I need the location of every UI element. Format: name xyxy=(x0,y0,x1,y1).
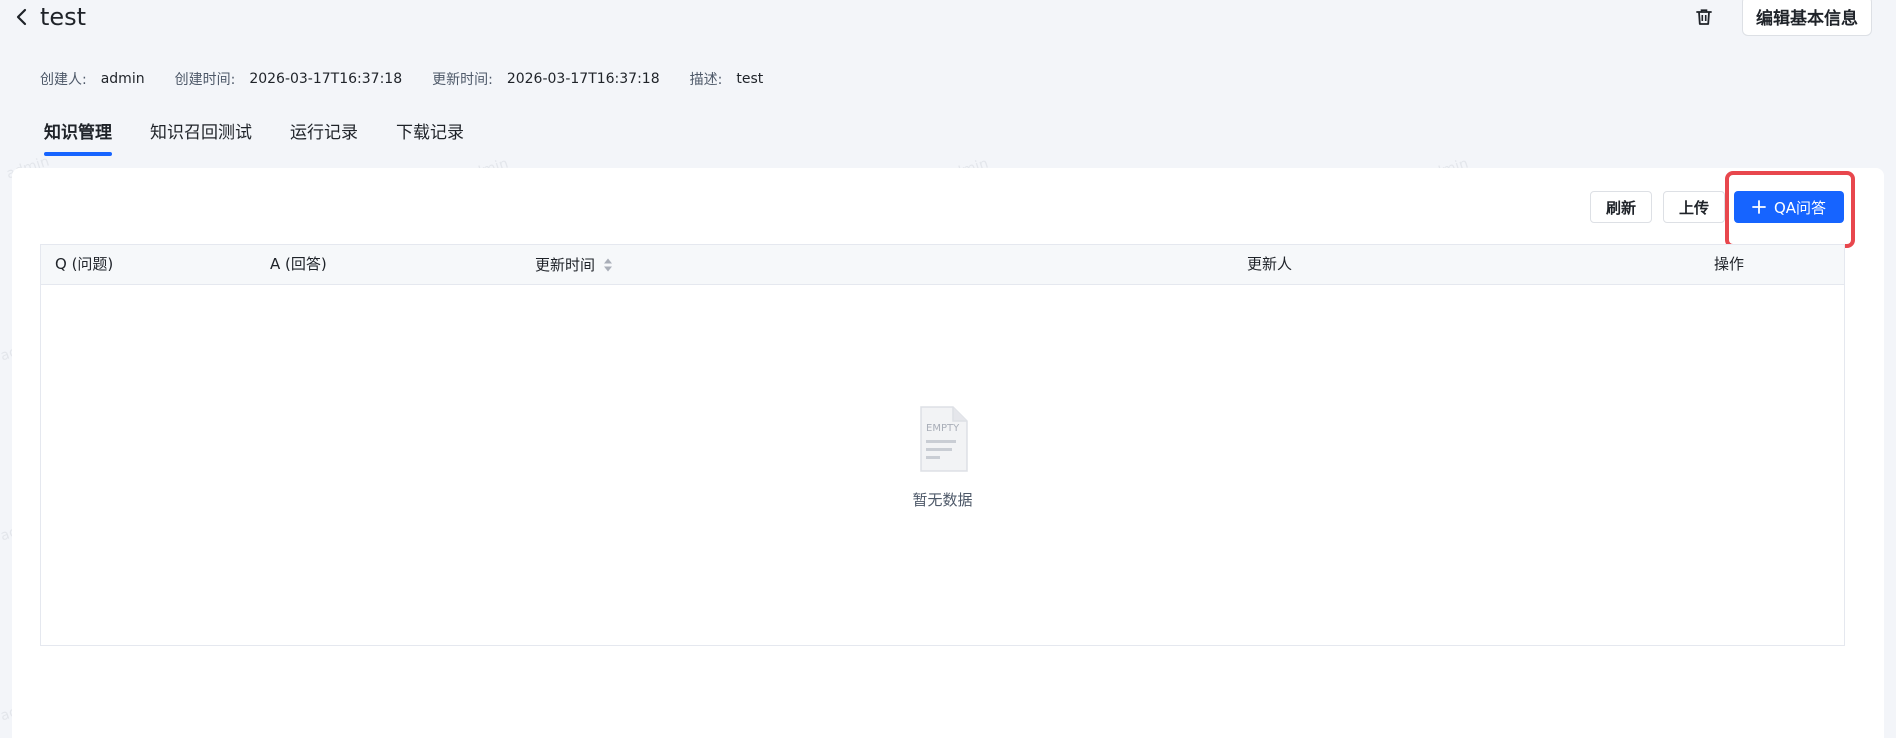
created-time-label: 创建时间: xyxy=(174,72,236,88)
empty-text: 暂无数据 xyxy=(912,491,973,509)
empty-document-icon: EMPTY xyxy=(913,405,973,479)
refresh-button[interactable]: 刷新 xyxy=(1590,191,1652,223)
edit-basic-info-button[interactable]: 编辑基本信息 xyxy=(1742,0,1872,36)
description-value: test xyxy=(736,71,764,87)
column-header-updater: 更新人 xyxy=(1247,255,1293,273)
column-header-answer: A (回答) xyxy=(270,255,327,273)
add-qa-label: QA问答 xyxy=(1773,198,1827,217)
table-header: Q (问题) A (回答) 更新时间 更新人 操作 xyxy=(41,245,1844,285)
meta-info-row: 创建人: admin 创建时间: 2026-03-17T16:37:18 更新时… xyxy=(40,68,793,90)
qa-table: Q (问题) A (回答) 更新时间 更新人 操作 EMPTY 暂无数据 xyxy=(40,244,1845,646)
column-header-operations: 操作 xyxy=(1714,255,1745,273)
updated-time-header-label: 更新时间 xyxy=(535,256,596,274)
trash-icon xyxy=(1696,9,1712,25)
tab-run-records[interactable]: 运行记录 xyxy=(290,118,358,158)
created-time-value: 2026-03-17T16:37:18 xyxy=(249,71,403,87)
creator-value: admin xyxy=(100,71,145,87)
tab-download-records[interactable]: 下载记录 xyxy=(396,118,464,158)
page-title: test xyxy=(40,3,87,31)
plus-icon xyxy=(1752,200,1766,214)
column-header-updated-time[interactable]: 更新时间 xyxy=(535,245,613,285)
svg-text:EMPTY: EMPTY xyxy=(926,423,960,434)
empty-state: EMPTY 暂无数据 xyxy=(41,405,1844,510)
sort-icon[interactable] xyxy=(603,257,613,273)
delete-button[interactable] xyxy=(1692,5,1716,29)
updated-time-label: 更新时间: xyxy=(432,72,493,88)
column-header-question: Q (问题) xyxy=(55,255,114,273)
description-label: 描述: xyxy=(689,72,723,88)
tab-recall-test[interactable]: 知识召回测试 xyxy=(150,118,252,158)
chevron-left-icon xyxy=(16,8,27,26)
knowledge-base-page: admin admin admin admin admin admin admi… xyxy=(0,0,1896,738)
upload-button[interactable]: 上传 xyxy=(1663,191,1725,223)
page-header: test 编辑基本信息 xyxy=(0,0,1896,40)
updated-time-value: 2026-03-17T16:37:18 xyxy=(506,71,660,87)
add-qa-button[interactable]: QA问答 xyxy=(1734,191,1844,223)
creator-label: 创建人: xyxy=(40,72,87,88)
tab-knowledge-management[interactable]: 知识管理 xyxy=(44,118,112,158)
back-button[interactable] xyxy=(12,6,32,28)
tab-bar: 知识管理 知识召回测试 运行记录 下载记录 xyxy=(44,118,502,160)
